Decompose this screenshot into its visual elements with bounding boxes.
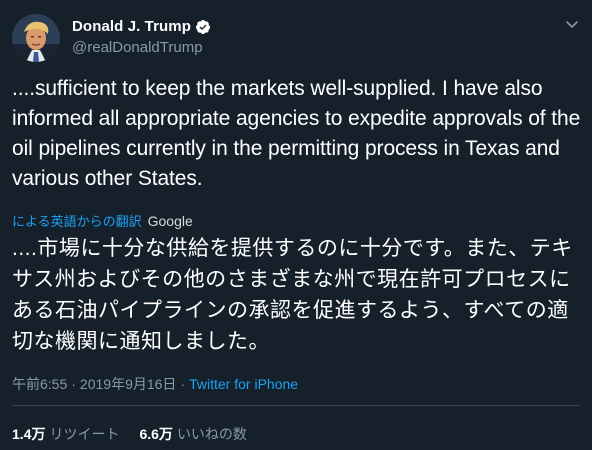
name-row: Donald J. Trump (72, 18, 211, 35)
retweets-stat[interactable]: 1.4万 リツイート (12, 424, 119, 444)
likes-count: 6.6万 (139, 426, 173, 442)
avatar[interactable] (12, 14, 60, 62)
tweet-time[interactable]: 午前6:55 (12, 374, 67, 394)
retweets-count: 1.4万 (12, 426, 46, 442)
translate-link[interactable]: による英語からの翻訳 (12, 211, 142, 230)
tweet-card: Donald J. Trump @realDonaldTrump ....suf… (0, 0, 592, 450)
translation-attribution: による英語からの翻訳 Google (12, 211, 193, 230)
translated-tweet-text: ....市場に十分な供給を提供するのに十分です。また、テキサス州およびその他のさ… (12, 237, 573, 353)
retweets-label: リツイート (49, 426, 120, 442)
tweet-source-link[interactable]: Twitter for iPhone (189, 376, 298, 392)
meta-separator: · (180, 376, 186, 392)
tweet-header: Donald J. Trump @realDonaldTrump (12, 14, 580, 62)
avatar-image (12, 14, 60, 62)
tweet-metadata: 午前6:55 · 2019年9月16日 · Twitter for iPhone (12, 374, 298, 394)
likes-stat[interactable]: 6.6万 いいねの数 (139, 424, 246, 444)
google-label: Google (147, 212, 193, 229)
likes-label: いいねの数 (176, 426, 247, 442)
chevron-down-icon[interactable] (564, 16, 580, 32)
tweet-text: ....sufficient to keep the markets well-… (12, 77, 581, 190)
tweet-date[interactable]: 2019年9月16日 (80, 374, 177, 394)
user-handle[interactable]: @realDonaldTrump (72, 39, 203, 56)
tweet-stats: 1.4万 リツイート 6.6万 いいねの数 (12, 424, 247, 444)
meta-separator: · (71, 376, 76, 392)
divider (12, 405, 580, 406)
verified-badge-icon (195, 19, 211, 35)
display-name[interactable]: Donald J. Trump (72, 18, 191, 35)
